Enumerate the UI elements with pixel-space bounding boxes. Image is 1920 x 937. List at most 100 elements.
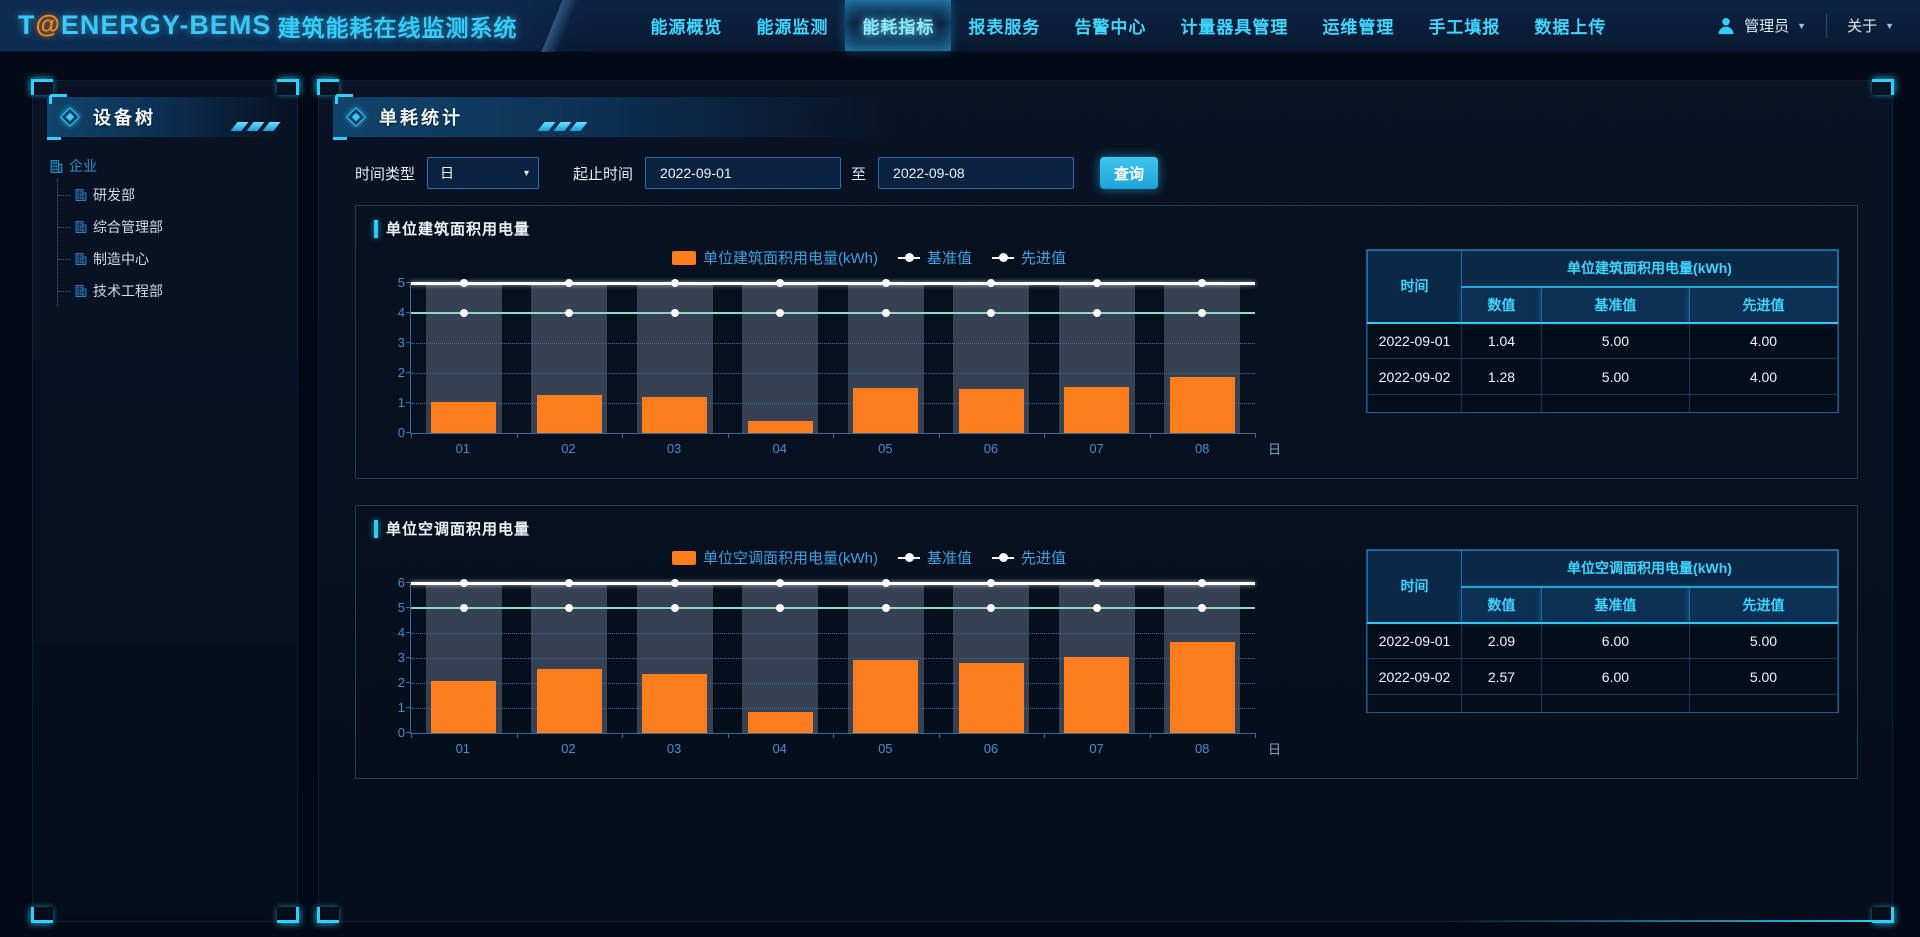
tree-children: 研发部综合管理部制造中心技术工程部 — [57, 179, 287, 307]
col-header: 基准值 — [1541, 587, 1689, 623]
tree-item-3[interactable]: 技术工程部 — [58, 275, 287, 307]
legend-item[interactable]: 基准值 — [898, 247, 972, 268]
header-corner-decor — [49, 94, 67, 104]
legend-swatch-bar — [672, 251, 696, 265]
x-tick — [622, 733, 623, 738]
nav-item-1[interactable]: 能源监测 — [739, 0, 845, 51]
filter-bar: 时间类型 日 ▾ 起止时间 至 查询 — [355, 157, 1892, 189]
legend-item[interactable]: 先进值 — [992, 247, 1066, 268]
x-tick — [1150, 733, 1151, 738]
tree-item-label: 制造中心 — [93, 249, 149, 269]
page-title: 单耗统计 — [379, 104, 463, 130]
x-tick — [1255, 433, 1256, 438]
x-axis-label: 02 — [516, 441, 622, 456]
bar-slot — [833, 284, 939, 433]
x-axis-label: 07 — [1044, 441, 1150, 456]
advanced-line — [411, 607, 1255, 609]
to-label: 至 — [851, 163, 866, 184]
tree-item-label: 技术工程部 — [93, 281, 163, 301]
building-icon — [74, 220, 88, 234]
legend-item[interactable]: 基准值 — [898, 547, 972, 568]
bar-slot — [939, 284, 1045, 433]
chart-legend: 单位空调面积用电量(kWh) 基准值先进值 — [414, 547, 1324, 568]
navbar: T@ENERGY-BEMS 建筑能耗在线监测系统 能源概览能源监测能耗指标报表服… — [0, 0, 1920, 52]
x-tick — [1150, 433, 1151, 438]
tree-item-root[interactable]: 企业 — [49, 153, 287, 179]
chevron-down-icon[interactable]: ▼ — [1797, 21, 1806, 31]
start-date-input[interactable] — [645, 157, 841, 189]
nav-item-6[interactable]: 运维管理 — [1305, 0, 1411, 51]
tree-item-0[interactable]: 研发部 — [58, 179, 287, 211]
sidebar-panel: 设备树 企业 研发部综合管理部制造中心技术工程部 — [32, 80, 298, 922]
query-button[interactable]: 查询 — [1100, 157, 1158, 189]
nav-item-4[interactable]: 告警中心 — [1057, 0, 1163, 51]
legend-item[interactable]: 单位空调面积用电量(kWh) — [672, 547, 878, 568]
table-cell — [1462, 695, 1542, 713]
table-cell — [1541, 395, 1689, 413]
table-cell — [1689, 695, 1837, 713]
corner-bracket — [277, 79, 299, 95]
nav-item-8[interactable]: 数据上传 — [1517, 0, 1623, 51]
nav-item-5[interactable]: 计量器具管理 — [1163, 0, 1305, 51]
legend-item[interactable]: 先进值 — [992, 547, 1066, 568]
table-row: 2022-09-012.096.005.00 — [1368, 623, 1838, 659]
user-menu[interactable]: 管理员 — [1744, 15, 1789, 36]
line-dot — [671, 309, 679, 317]
x-tick — [1044, 733, 1045, 738]
col-header-time: 时间 — [1368, 251, 1462, 323]
building-icon — [74, 284, 88, 298]
bar — [748, 421, 813, 433]
tree-item-1[interactable]: 综合管理部 — [58, 211, 287, 243]
bar — [431, 402, 496, 433]
time-type-label: 时间类型 — [355, 163, 415, 184]
x-axis-labels: 0102030405060708 — [410, 741, 1255, 756]
x-tick — [728, 433, 729, 438]
col-header: 先进值 — [1689, 287, 1837, 323]
chevron-down-icon: ▾ — [524, 168, 529, 179]
corner-bracket — [31, 907, 53, 923]
table-cell: 2.09 — [1462, 623, 1542, 659]
legend-swatch-line — [992, 557, 1014, 559]
nav-item-2[interactable]: 能耗指标 — [845, 0, 951, 51]
bar-slot — [517, 284, 623, 433]
title-accent-bar — [374, 520, 378, 538]
legend-item[interactable]: 单位建筑面积用电量(kWh) — [672, 247, 878, 268]
bar — [431, 681, 496, 733]
bar-slot — [411, 284, 517, 433]
table-row: 2022-09-022.576.005.00 — [1368, 659, 1838, 695]
bar-slots — [411, 284, 1255, 433]
table-cell: 6.00 — [1541, 659, 1689, 695]
nav-item-3[interactable]: 报表服务 — [951, 0, 1057, 51]
line-dot — [1093, 604, 1101, 612]
table-building-area: 时间单位建筑面积用电量(kWh)数值基准值先进值2022-09-011.045.… — [1366, 249, 1839, 456]
table-cell — [1689, 395, 1837, 413]
legend-dot — [999, 253, 1008, 262]
tree-item-2[interactable]: 制造中心 — [58, 243, 287, 275]
nav-item-0[interactable]: 能源概览 — [633, 0, 739, 51]
user-icon — [1716, 16, 1736, 36]
x-axis-label: 04 — [727, 741, 833, 756]
bar — [959, 389, 1024, 433]
chevron-down-icon[interactable]: ▼ — [1885, 21, 1894, 31]
x-tick — [411, 433, 412, 438]
y-axis-label: 1 — [379, 395, 405, 411]
legend-dot — [999, 553, 1008, 562]
bar-slot — [622, 284, 728, 433]
table-row: 2022-09-021.285.004.00 — [1368, 359, 1838, 395]
bar — [1064, 657, 1129, 733]
x-tick — [833, 433, 834, 438]
table-cell: 5.00 — [1689, 659, 1837, 695]
y-axis-label: 3 — [379, 335, 405, 351]
about-menu[interactable]: 关于 — [1847, 15, 1877, 36]
col-header: 先进值 — [1689, 587, 1837, 623]
x-axis-label: 03 — [621, 441, 727, 456]
nav-menu: 能源概览能源监测能耗指标报表服务告警中心计量器具管理运维管理手工填报数据上传 — [633, 0, 1623, 51]
background-column — [742, 284, 818, 433]
nav-item-7[interactable]: 手工填报 — [1411, 0, 1517, 51]
end-date-input[interactable] — [878, 157, 1074, 189]
table-cell: 2022-09-02 — [1368, 659, 1462, 695]
time-type-select[interactable]: 日 ▾ — [427, 157, 539, 189]
legend-label: 单位建筑面积用电量(kWh) — [703, 247, 878, 268]
x-axis-labels: 0102030405060708 — [410, 441, 1255, 456]
y-axis-label: 1 — [379, 700, 405, 716]
